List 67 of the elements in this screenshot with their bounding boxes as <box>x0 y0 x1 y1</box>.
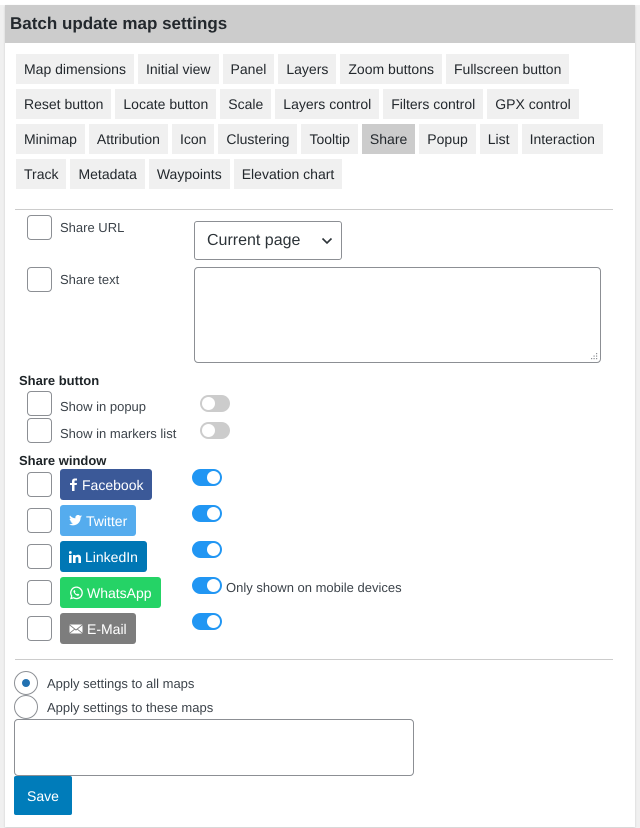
save-button[interactable]: Save <box>14 776 72 815</box>
radio-label: Apply settings to these maps <box>47 700 214 714</box>
tab[interactable]: Fullscreen button <box>446 54 570 84</box>
bird-icon <box>69 515 82 526</box>
hint-text: Only shown on mobile devices <box>226 580 402 595</box>
tab[interactable]: Minimap <box>16 124 85 154</box>
tab[interactable]: Clustering <box>218 124 298 154</box>
phone-bubble-icon <box>69 586 83 600</box>
tab[interactable]: Locate button <box>115 89 216 119</box>
checkbox[interactable] <box>27 267 52 292</box>
tab[interactable]: Icon <box>172 124 214 154</box>
checkbox[interactable] <box>27 544 52 569</box>
tab[interactable]: Elevation chart <box>234 159 342 189</box>
radio-button[interactable] <box>14 695 38 719</box>
share-button[interactable]: Facebook <box>60 469 152 500</box>
section-heading: Share button <box>18 372 100 390</box>
tab[interactable]: Initial view <box>138 54 219 84</box>
tab[interactable]: Interaction <box>522 124 603 154</box>
envelope-icon <box>69 624 83 634</box>
section-heading: Share window <box>18 452 108 469</box>
tab[interactable]: Filters control <box>383 89 484 119</box>
tab[interactable]: Map dimensions <box>16 54 134 84</box>
checkbox[interactable] <box>27 215 52 240</box>
toggle-switch[interactable] <box>192 613 222 630</box>
tab[interactable]: List <box>480 124 518 154</box>
url-dropdown[interactable]: Current page <box>194 221 342 260</box>
field-label: Share URL <box>60 219 126 235</box>
tab[interactable]: Track <box>16 159 66 189</box>
toggle-switch[interactable] <box>192 577 222 594</box>
toggle-switch[interactable] <box>200 422 230 439</box>
tab[interactable]: Reset button <box>16 89 112 119</box>
tab[interactable]: Zoom buttons <box>340 54 442 84</box>
checkbox[interactable] <box>27 616 52 641</box>
maps-field[interactable] <box>14 719 414 776</box>
checkbox[interactable] <box>27 472 52 497</box>
panel-title: Batch update map settings <box>5 5 635 43</box>
tab[interactable]: Scale <box>220 89 272 119</box>
tab[interactable]: Layers control <box>275 89 380 119</box>
linkedin-icon <box>69 550 81 562</box>
field-label: Share text <box>60 271 120 287</box>
radio-label: Apply settings to all maps <box>47 676 194 690</box>
toggle-switch[interactable] <box>192 469 222 486</box>
checkbox[interactable] <box>27 418 52 443</box>
tab[interactable]: Popup <box>419 124 476 154</box>
option-label: Show in popup <box>60 398 148 414</box>
checkbox[interactable] <box>27 508 52 533</box>
tab[interactable]: Attribution <box>88 124 168 154</box>
toggle-switch[interactable] <box>192 505 222 522</box>
tab[interactable]: Tooltip <box>301 124 358 154</box>
share-button[interactable]: LinkedIn <box>60 541 147 572</box>
checkbox[interactable] <box>27 580 52 605</box>
f-logo-icon <box>69 478 78 491</box>
chevron-down-icon <box>321 236 333 244</box>
toggle-switch[interactable] <box>200 395 230 412</box>
share-button[interactable]: E-Mail <box>60 613 136 644</box>
resize-grip-icon <box>591 353 598 360</box>
tab[interactable]: GPX control <box>487 89 579 119</box>
tab[interactable]: Panel <box>222 54 274 84</box>
tab[interactable]: Share <box>362 124 416 154</box>
tab[interactable]: Layers <box>278 54 336 84</box>
option-label: Show in markers list <box>60 425 178 441</box>
checkbox[interactable] <box>27 391 52 416</box>
toggle-switch[interactable] <box>192 541 222 558</box>
radio-button[interactable] <box>14 671 38 695</box>
tab[interactable]: Waypoints <box>148 159 230 189</box>
tab[interactable]: Metadata <box>70 159 145 189</box>
share-text-field[interactable] <box>194 267 601 363</box>
